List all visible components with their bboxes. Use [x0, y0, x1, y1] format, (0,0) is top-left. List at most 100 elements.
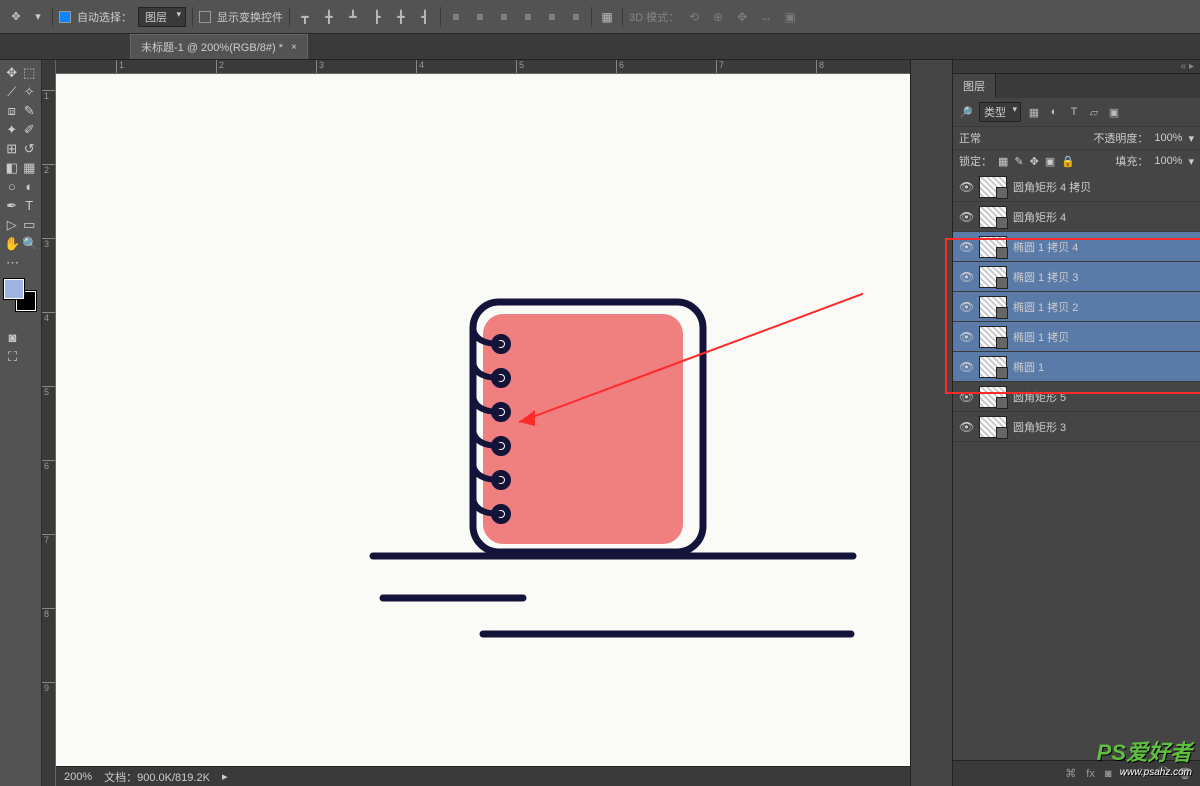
visibility-icon[interactable]: 👁 — [959, 420, 973, 434]
filter-type-icon[interactable]: T — [1067, 105, 1081, 119]
layer-row[interactable]: 👁 圆角矩形 4 拷贝 — [953, 172, 1200, 202]
magic-wand-icon[interactable]: ✧ — [22, 83, 38, 100]
lock-paint-icon[interactable]: ✎ — [1014, 155, 1023, 168]
panel-collapse-strip[interactable]: « ▸ — [953, 60, 1200, 74]
shape-tool-icon[interactable]: ▭ — [22, 216, 38, 233]
lock-all-icon[interactable]: 🔒 — [1061, 155, 1075, 168]
fx-icon[interactable]: fx — [1086, 768, 1095, 780]
filter-adjust-icon[interactable]: ◐ — [1047, 105, 1061, 119]
layer-row[interactable]: 👁 圆角矩形 5 — [953, 382, 1200, 412]
layer-row[interactable]: 👁 圆角矩形 3 — [953, 412, 1200, 442]
dropdown-icon[interactable]: ▾ — [30, 9, 46, 25]
history-brush-icon[interactable]: ↺ — [22, 140, 38, 157]
brush-tool-icon[interactable]: ✐ — [22, 121, 38, 138]
auto-select-checkbox[interactable] — [59, 11, 71, 23]
layer-name[interactable]: 椭圆 1 — [1013, 359, 1194, 375]
dist-left-icon[interactable]: ≡ — [519, 8, 537, 26]
layer-name[interactable]: 圆角矩形 3 — [1013, 419, 1194, 435]
layer-name[interactable]: 椭圆 1 拷贝 — [1013, 329, 1194, 345]
layer-row[interactable]: 👁 椭圆 1 拷贝 2 — [953, 292, 1200, 322]
lock-artboard-icon[interactable]: ▣ — [1045, 155, 1055, 168]
layer-thumbnail[interactable] — [979, 296, 1007, 318]
fill-value[interactable]: 100% — [1154, 155, 1182, 167]
eraser-tool-icon[interactable]: ◧ — [4, 159, 20, 176]
screenmode-icon[interactable]: ⛶ — [4, 348, 21, 365]
foreground-color[interactable] — [4, 279, 24, 299]
chevron-down-icon[interactable]: ▾ — [1188, 132, 1194, 145]
layer-row[interactable]: 👁 椭圆 1 拷贝 4 — [953, 232, 1200, 262]
canvas[interactable] — [56, 74, 910, 766]
gradient-tool-icon[interactable]: ▦ — [22, 159, 38, 176]
layer-thumbnail[interactable] — [979, 416, 1007, 438]
visibility-icon[interactable]: 👁 — [959, 180, 973, 194]
filter-smart-icon[interactable]: ▣ — [1107, 105, 1121, 119]
filter-type-select[interactable]: 类型 — [979, 102, 1021, 122]
lasso-tool-icon[interactable]: ⟋ — [4, 83, 20, 100]
layer-name[interactable]: 圆角矩形 5 — [1013, 389, 1194, 405]
patch-tool-icon[interactable]: ✦ — [4, 121, 20, 138]
quickmask-icon[interactable]: ◙ — [4, 329, 21, 346]
lock-pos-icon[interactable]: ✥ — [1030, 155, 1039, 168]
layer-name[interactable]: 椭圆 1 拷贝 4 — [1013, 239, 1194, 255]
layer-name[interactable]: 椭圆 1 拷贝 2 — [1013, 299, 1194, 315]
chevron-down-icon[interactable]: ▾ — [1188, 155, 1194, 168]
dist-top-icon[interactable]: ≡ — [447, 8, 465, 26]
hand-tool-icon[interactable]: ✋ — [4, 235, 20, 252]
visibility-icon[interactable]: 👁 — [959, 210, 973, 224]
dist-right-icon[interactable]: ≡ — [567, 8, 585, 26]
align-bottom-icon[interactable]: ┻ — [344, 8, 362, 26]
align-hcenter-icon[interactable]: ╋ — [392, 8, 410, 26]
filter-shape-icon[interactable]: ▱ — [1087, 105, 1101, 119]
close-icon[interactable]: × — [291, 42, 297, 53]
auto-select-target[interactable]: 图层 — [138, 7, 186, 27]
align-top-icon[interactable]: ┳ — [296, 8, 314, 26]
align-vcenter-icon[interactable]: ╋ — [320, 8, 338, 26]
visibility-icon[interactable]: 👁 — [959, 390, 973, 404]
align-left-icon[interactable]: ┣ — [368, 8, 386, 26]
pen-tool-icon[interactable]: ✒ — [4, 197, 20, 214]
link-layers-icon[interactable]: ⌘ — [1065, 767, 1076, 780]
layer-thumbnail[interactable] — [979, 266, 1007, 288]
dist-bottom-icon[interactable]: ≡ — [495, 8, 513, 26]
layer-name[interactable]: 椭圆 1 拷贝 3 — [1013, 269, 1194, 285]
visibility-icon[interactable]: 👁 — [959, 240, 973, 254]
show-transform-checkbox[interactable] — [199, 11, 211, 23]
layer-thumbnail[interactable] — [979, 176, 1007, 198]
layer-thumbnail[interactable] — [979, 206, 1007, 228]
color-swatch[interactable] — [4, 279, 36, 311]
layer-thumbnail[interactable] — [979, 236, 1007, 258]
blend-mode-select[interactable]: 正常 — [959, 130, 1087, 146]
blur-tool-icon[interactable]: ○ — [4, 178, 20, 195]
layer-thumbnail[interactable] — [979, 356, 1007, 378]
type-tool-icon[interactable]: T — [22, 197, 38, 214]
dist-vcenter-icon[interactable]: ≡ — [471, 8, 489, 26]
zoom-level[interactable]: 200% — [64, 771, 92, 783]
dist-hcenter-icon[interactable]: ≡ — [543, 8, 561, 26]
dodge-tool-icon[interactable]: ◐ — [22, 178, 38, 195]
path-select-icon[interactable]: ▷ — [4, 216, 20, 233]
layer-row[interactable]: 👁 椭圆 1 — [953, 352, 1200, 382]
visibility-icon[interactable]: 👁 — [959, 360, 973, 374]
eyedropper-icon[interactable]: ✎ — [22, 102, 38, 119]
more-tools-icon[interactable]: ⋯ — [4, 254, 21, 271]
collapsed-panels[interactable] — [910, 60, 952, 786]
layer-thumbnail[interactable] — [979, 326, 1007, 348]
visibility-icon[interactable]: 👁 — [959, 300, 973, 314]
visibility-icon[interactable]: 👁 — [959, 270, 973, 284]
stamp-tool-icon[interactable]: ⊞ — [4, 140, 20, 157]
align-right-icon[interactable]: ┫ — [416, 8, 434, 26]
move-tool-icon[interactable]: ✥ — [4, 64, 20, 81]
search-icon[interactable]: 🔎 — [959, 105, 973, 119]
auto-align-icon[interactable]: ▦ — [598, 8, 616, 26]
layer-name[interactable]: 圆角矩形 4 — [1013, 209, 1194, 225]
lock-trans-icon[interactable]: ▦ — [998, 155, 1008, 168]
status-arrow-icon[interactable]: ▸ — [222, 770, 228, 783]
document-tab[interactable]: 未标题-1 @ 200%(RGB/8#) * × — [130, 34, 308, 59]
filter-pixel-icon[interactable]: ▦ — [1027, 105, 1041, 119]
crop-tool-icon[interactable]: ⧈ — [4, 102, 20, 119]
opacity-value[interactable]: 100% — [1154, 132, 1182, 144]
layer-row[interactable]: 👁 椭圆 1 拷贝 3 — [953, 262, 1200, 292]
layer-thumbnail[interactable] — [979, 386, 1007, 408]
zoom-tool-icon[interactable]: 🔍 — [22, 235, 38, 252]
layer-name[interactable]: 圆角矩形 4 拷贝 — [1013, 179, 1194, 195]
